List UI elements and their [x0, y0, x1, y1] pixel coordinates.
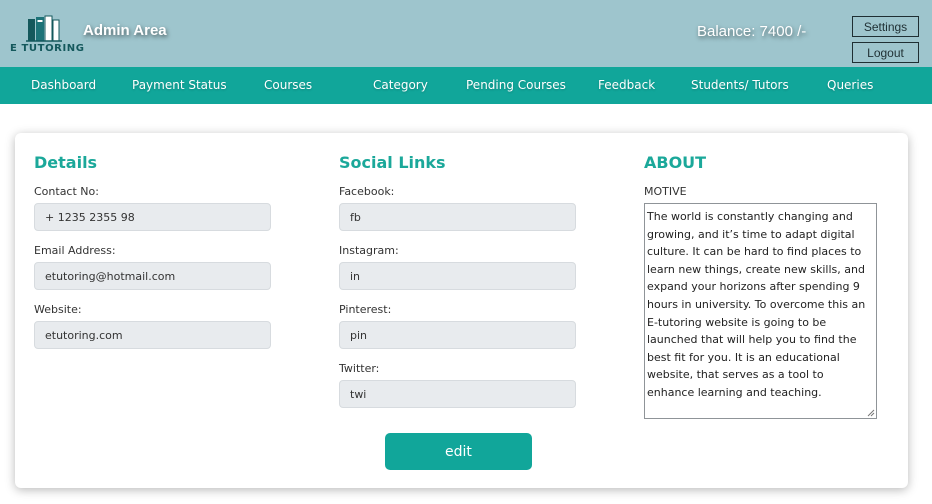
- contact-label: Contact No:: [34, 185, 99, 198]
- books-icon: [26, 15, 62, 42]
- nav-item-students-tutors[interactable]: Students/ Tutors: [691, 78, 789, 92]
- contact-field[interactable]: + 1235 2355 98: [34, 203, 271, 231]
- pinterest-field[interactable]: pin: [339, 321, 576, 349]
- top-header: E TUTORING Admin Area Balance: 7400 /- S…: [0, 0, 932, 67]
- website-field[interactable]: etutoring.com: [34, 321, 271, 349]
- email-label: Email Address:: [34, 244, 116, 257]
- twitter-field[interactable]: twi: [339, 380, 576, 408]
- motive-label: MOTIVE: [644, 185, 687, 198]
- nav-item-feedback[interactable]: Feedback: [598, 78, 655, 92]
- resize-grip-icon[interactable]: [867, 409, 875, 417]
- motive-textarea[interactable]: The world is constantly changing and gro…: [644, 203, 877, 419]
- nav-item-dashboard[interactable]: Dashboard: [31, 78, 96, 92]
- instagram-label: Instagram:: [339, 244, 399, 257]
- main-nav: Dashboard Payment Status Courses Categor…: [0, 67, 932, 104]
- pinterest-label: Pinterest:: [339, 303, 392, 316]
- edit-button[interactable]: edit: [385, 433, 532, 470]
- nav-item-pending-courses[interactable]: Pending Courses: [466, 78, 566, 92]
- email-field[interactable]: etutoring@hotmail.com: [34, 262, 271, 290]
- page-title: Admin Area: [83, 22, 167, 39]
- logo[interactable]: E TUTORING: [10, 12, 84, 60]
- logo-text: E TUTORING: [10, 43, 85, 54]
- social-links-heading: Social Links: [339, 153, 446, 172]
- nav-item-payment-status[interactable]: Payment Status: [132, 78, 227, 92]
- motive-text: The world is constantly changing and gro…: [647, 210, 866, 399]
- twitter-label: Twitter:: [339, 362, 380, 375]
- website-label: Website:: [34, 303, 82, 316]
- nav-item-courses[interactable]: Courses: [264, 78, 312, 92]
- instagram-field[interactable]: in: [339, 262, 576, 290]
- nav-item-category[interactable]: Category: [373, 78, 428, 92]
- balance-display: Balance: 7400 /-: [697, 23, 807, 40]
- details-heading: Details: [34, 153, 98, 172]
- settings-button[interactable]: Settings: [852, 16, 919, 37]
- logout-button[interactable]: Logout: [852, 42, 919, 63]
- nav-item-queries[interactable]: Queries: [827, 78, 873, 92]
- facebook-field[interactable]: fb: [339, 203, 576, 231]
- facebook-label: Facebook:: [339, 185, 395, 198]
- about-heading: ABOUT: [644, 153, 707, 172]
